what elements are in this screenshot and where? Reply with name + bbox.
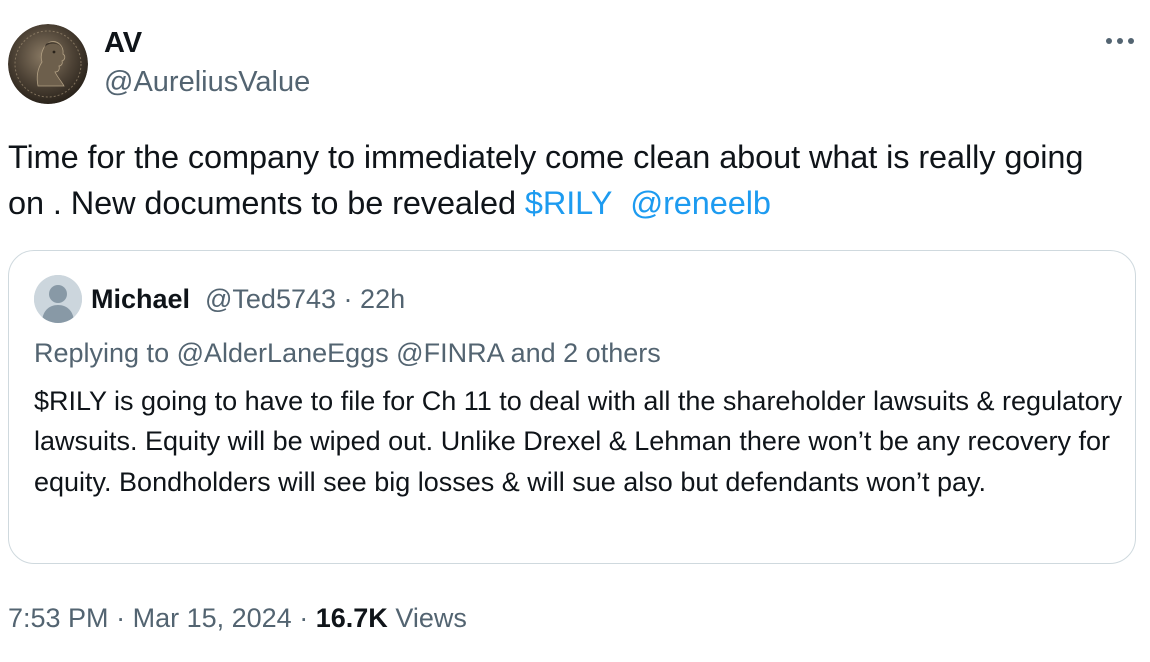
roman-coin-avatar-icon [8,24,88,104]
cashtag-link[interactable]: $RILY [525,185,613,221]
quoted-handle[interactable]: @Ted5743 [205,284,336,314]
default-profile-icon [34,275,82,323]
quoted-time[interactable]: 22h [360,284,405,314]
quoted-tweet[interactable]: Michael @Ted5743 · 22h Replying to @Alde… [8,250,1136,564]
quoted-text: $RILY is going to have to file for Ch 11… [34,386,1123,497]
author-handle[interactable]: @AureliusValue [104,64,310,100]
author-avatar[interactable] [8,24,88,104]
more-dot [1117,38,1123,44]
quoted-avatar[interactable] [34,275,82,323]
author-name[interactable]: AV [104,26,142,60]
replying-to-label: Replying to [34,338,170,368]
views-count: 16.7K [315,603,388,633]
quoted-meta: @Ted5743 · 22h [205,283,405,315]
views-label: Views [395,603,467,633]
quoted-author-name[interactable]: Michael [91,283,190,315]
mention-link[interactable]: @reneelb [630,185,771,221]
tweet-date[interactable]: Mar 15, 2024 [133,603,292,633]
replying-to: Replying to @AlderLaneEggs @FINRA and 2 … [34,335,661,371]
replying-to-others[interactable]: and 2 others [511,338,661,368]
replying-to-user-1[interactable]: @AlderLaneEggs [177,338,389,368]
replying-to-user-2[interactable]: @FINRA [396,338,503,368]
footer-separator: · [299,603,309,633]
footer-separator: · [116,603,126,633]
tweet: AV @AureliusValue Time for the company t… [0,0,1150,662]
more-options-icon[interactable] [1100,26,1140,56]
more-dot [1106,38,1112,44]
meta-separator: · [343,284,353,314]
tweet-footer: 7:53 PM · Mar 15, 2024 · 16.7K Views [8,600,467,636]
tweet-time[interactable]: 7:53 PM [8,603,109,633]
more-dot [1128,38,1134,44]
tweet-text: Time for the company to immediately come… [8,134,1128,226]
